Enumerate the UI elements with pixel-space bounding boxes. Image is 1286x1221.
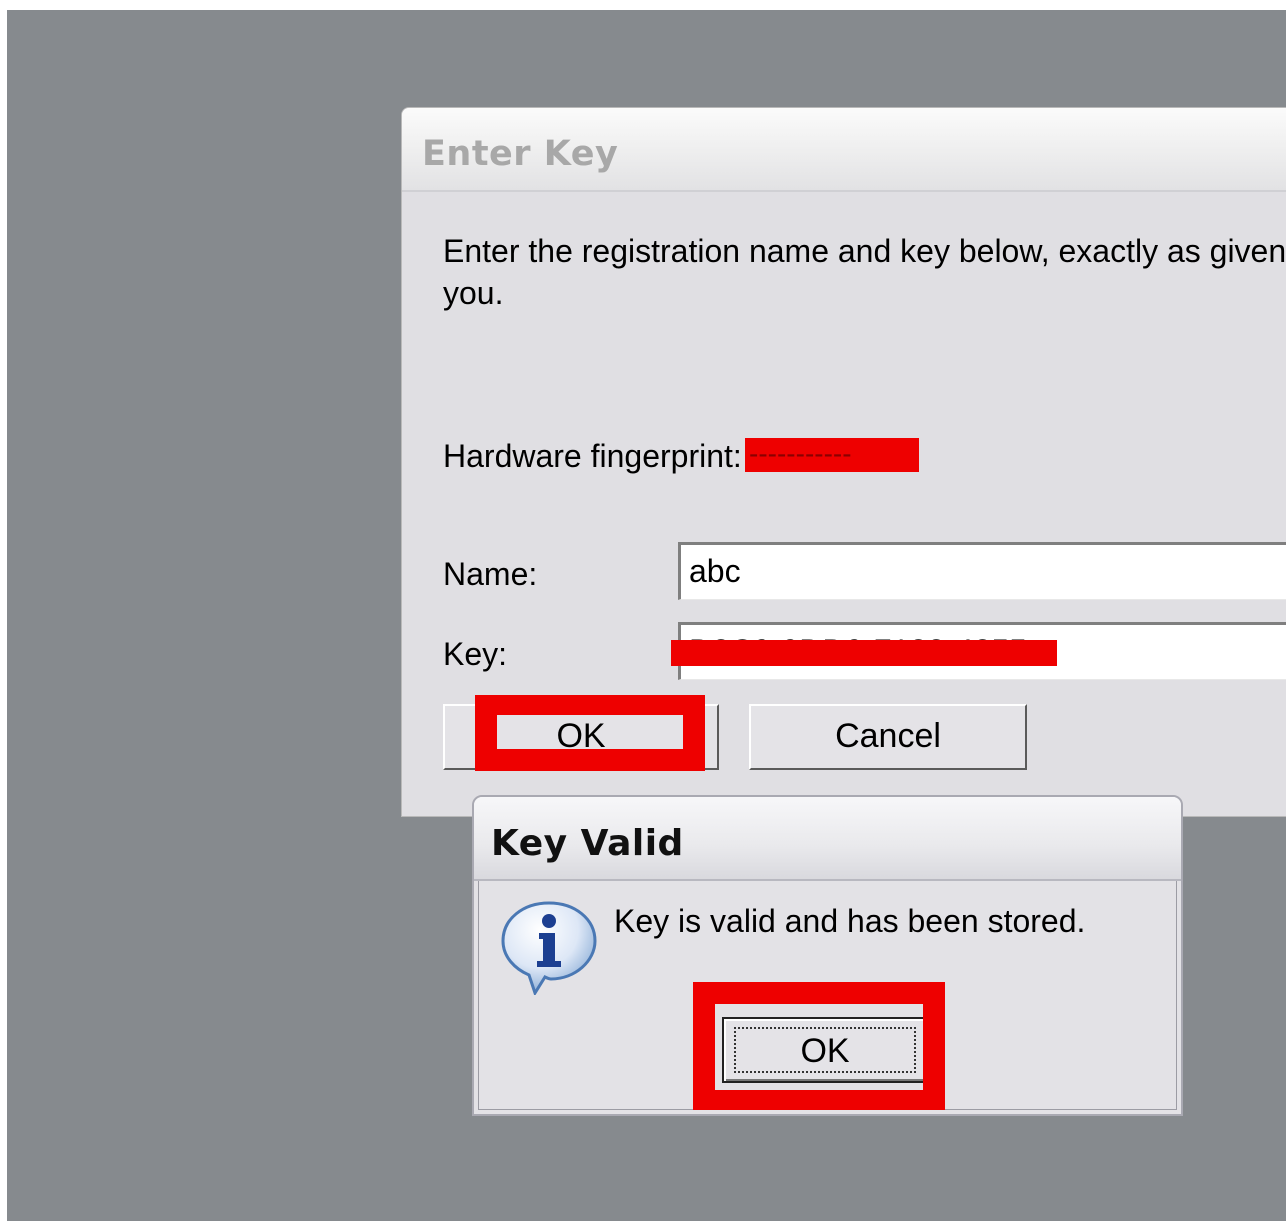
key-valid-ok-highlight: [693, 982, 945, 1110]
key-valid-title: Key Valid: [491, 823, 684, 864]
cancel-button[interactable]: Cancel: [749, 704, 1027, 770]
key-redaction: [671, 640, 1057, 666]
hardware-fingerprint-value: -----------: [749, 438, 852, 468]
key-valid-titlebar[interactable]: Key Valid: [474, 797, 1181, 881]
info-icon: [501, 901, 597, 995]
hardware-fingerprint-label: Hardware fingerprint:: [443, 438, 742, 474]
enter-key-titlebar[interactable]: Enter Key: [402, 108, 1286, 192]
ok-button-highlight: [475, 695, 705, 771]
key-label: Key:: [443, 636, 508, 672]
instructions-text: Enter the registration name and key belo…: [443, 233, 1286, 311]
name-field[interactable]: abc: [678, 542, 1286, 600]
name-label: Name:: [443, 556, 538, 592]
enter-key-title: Enter Key: [422, 134, 619, 174]
key-valid-message: Key is valid and has been stored.: [614, 903, 1086, 939]
hardware-fingerprint-redaction: -----------: [745, 438, 919, 472]
